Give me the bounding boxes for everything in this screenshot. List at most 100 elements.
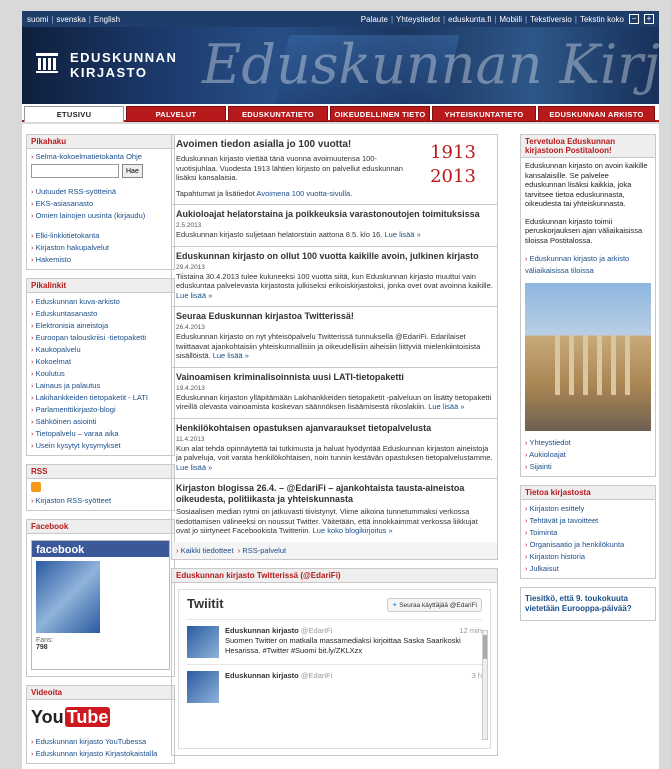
about-link[interactable]: Julkaisut <box>530 564 559 573</box>
read-more-link[interactable]: Lue lisää » <box>176 291 212 300</box>
about-link[interactable]: Kirjaston historia <box>530 552 585 561</box>
read-more-link[interactable]: Lue lisää » <box>176 463 212 472</box>
palaute-link[interactable]: Palaute <box>361 15 388 24</box>
postitalo-photo <box>525 283 651 431</box>
yhteystiedot-link[interactable]: Yhteystiedot <box>396 15 440 24</box>
aukioloajat-link[interactable]: Aukioloajat <box>529 450 566 459</box>
twitter-box: Eduskunnan kirjasto Twitterissä (@EdariF… <box>171 567 498 756</box>
about-link[interactable]: Tehtävät ja tavoitteet <box>529 516 598 525</box>
about-link[interactable]: Kirjaston esittely <box>530 504 585 513</box>
lang-english[interactable]: English <box>94 15 120 24</box>
hakupalvelut-link[interactable]: Kirjaston hakupalvelut <box>36 243 109 252</box>
tweet-time[interactable]: 12 min <box>459 626 482 636</box>
about-link[interactable]: Organisaatio ja henkilökunta <box>530 540 625 549</box>
lainojen-uusinta-link[interactable]: Omien lainojen uusinta (kirjaudu) <box>36 211 146 220</box>
facebook-heading: Facebook <box>27 520 174 534</box>
top-utility-bar: suomi | svenska | English Palaute | Yhteyst… <box>22 11 659 27</box>
tab-palvelut[interactable]: PALVELUT <box>126 106 226 122</box>
tab-eduskuntatieto[interactable]: EDUSKUNTATIETO <box>228 106 328 122</box>
rss-syotteet-link[interactable]: Kirjaston RSS-syötteet <box>36 496 111 505</box>
quick-link[interactable]: Eduskunnan kuva-arkisto <box>36 297 120 306</box>
tweets-scrollbar[interactable] <box>482 629 488 740</box>
quick-link[interactable]: Eduskuntasanasto <box>36 309 98 318</box>
avatar[interactable] <box>187 625 219 658</box>
all-news-link[interactable]: Kaikki tiedotteet <box>181 546 234 555</box>
news-title[interactable]: Kirjaston blogissa 26.4. – @EdariFi – aj… <box>176 483 493 505</box>
center-column: Avoimen tiedon asialla jo 100 vuotta! Ed… <box>171 134 498 756</box>
tab-eduskunnan-arkisto[interactable]: EDUSKUNNAN ARKISTO <box>538 106 655 122</box>
site-logo-text[interactable]: EDUSKUNNAN KIRJASTO <box>70 50 177 80</box>
tab-yhteiskuntatieto[interactable]: YHTEISKUNTATIETO <box>432 106 536 122</box>
tweet-author[interactable]: Eduskunnan kirjasto <box>225 671 299 680</box>
read-more-link[interactable]: Lue koko blogikirjoitus » <box>313 526 393 535</box>
fans-count: 798 <box>36 644 48 651</box>
sijainti-link[interactable]: Sijainti <box>530 462 552 471</box>
tab-oikeudellinen-tieto[interactable]: OIKEUDELLINEN TIETO <box>330 106 430 122</box>
facebook-page-image <box>36 561 100 633</box>
quick-link[interactable]: Koulutus <box>36 369 65 378</box>
search-input[interactable] <box>31 164 119 178</box>
parliament-logo-icon[interactable] <box>36 53 58 73</box>
quick-link[interactable]: Parlamenttikirjasto-blogi <box>36 405 116 414</box>
youtube-link[interactable]: Eduskunnan kirjasto YouTubessa <box>36 737 147 746</box>
tab-etusivu[interactable]: ETUSIVU <box>24 106 124 122</box>
quick-link[interactable]: Kaukopalvelu <box>36 345 81 354</box>
news-title[interactable]: Henkilökohtaisen opastuksen ajanvaraukse… <box>176 423 493 434</box>
read-more-link[interactable]: Lue lisää » <box>428 402 464 411</box>
videoita-heading: Videoita <box>27 686 174 700</box>
header-banner: Eduskunnan Kirjasto EDUSKUNNAN KIRJASTO <box>22 27 659 104</box>
temporary-premises-link[interactable]: Eduskunnan kirjasto ja arkisto väliaikai… <box>525 254 629 275</box>
lang-suomi[interactable]: suomi <box>27 15 48 24</box>
tiesitko-link[interactable]: Tiesitkö, että 9. toukokuuta vietetään E… <box>525 594 632 613</box>
text-size-decrease-button[interactable]: − <box>629 14 639 24</box>
news-item: Kirjaston blogissa 26.4. – @EdariFi – aj… <box>171 478 498 542</box>
eduskunta-link[interactable]: eduskunta.fi <box>448 15 491 24</box>
tweet-handle: @EdariFi <box>300 670 333 680</box>
feature-link[interactable]: Avoimena 100 vuotta-sivulla <box>256 189 350 198</box>
quick-link[interactable]: Lakihankkeiden tietopaketit - LATI <box>36 393 148 402</box>
selma-link[interactable]: Selma-kokoelmatietokanta <box>36 152 124 161</box>
quick-link[interactable]: Sähköinen asiointi <box>36 417 97 426</box>
kirjastokaista-link[interactable]: Eduskunnan kirjasto Kirjastokaistalla <box>36 749 158 758</box>
rss-services-link[interactable]: RSS-palvelut <box>242 546 286 555</box>
follow-button[interactable]: ✦ Seuraa käyttäjää @EdariFi <box>386 597 482 612</box>
quick-link[interactable]: Kokoelmat <box>36 357 71 366</box>
lang-svenska[interactable]: svenska <box>56 15 85 24</box>
twitter-heading: Eduskunnan kirjasto Twitterissä (@EdariF… <box>172 568 497 583</box>
quick-link[interactable]: Usein kysytyt kysymykset <box>36 441 121 450</box>
news-date: 11.4.2013 <box>176 435 205 443</box>
news-title[interactable]: Seuraa Eduskunnan kirjastoa Twitterissä! <box>176 311 493 322</box>
avatar[interactable] <box>187 670 219 703</box>
news-title[interactable]: Vainoamisen kriminalisoinnista uusi LATI… <box>176 372 493 383</box>
videoita-box: Videoita YouTube Eduskunnan kirjasto You… <box>26 685 175 764</box>
tietoa-heading: Tietoa kirjastosta <box>521 486 655 500</box>
quick-link[interactable]: Euroopan talouskriisi -tietopaketti <box>36 333 146 342</box>
news-item: Seuraa Eduskunnan kirjastoa Twitterissä!… <box>171 306 498 367</box>
news-footer-links: › Kaikki tiedotteet › RSS-palvelut <box>171 541 498 560</box>
news-title[interactable]: Eduskunnan kirjasto on ollut 100 vuotta … <box>176 251 493 262</box>
tweet-time[interactable]: 3 h <box>472 671 482 681</box>
tekstiversio-link[interactable]: Tekstiversio <box>530 15 572 24</box>
mobiili-link[interactable]: Mobiili <box>499 15 522 24</box>
text-size-increase-button[interactable]: + <box>644 14 654 24</box>
feature-title[interactable]: Avoimen tiedon asialla jo 100 vuotta! <box>176 139 407 150</box>
search-button[interactable]: Hae <box>122 164 143 178</box>
hakemisto-link[interactable]: Hakemisto <box>36 255 71 264</box>
read-more-link[interactable]: Lue lisää » <box>213 351 249 360</box>
welcome-text-1: Eduskunnan kirjasto on avoin kaikille ka… <box>525 161 648 208</box>
facebook-widget[interactable]: facebook Fans: 798 <box>31 540 170 670</box>
about-link[interactable]: Toiminta <box>529 528 557 537</box>
quick-link[interactable]: Elektronisia aineistoja <box>36 321 109 330</box>
quick-link[interactable]: Lainaus ja palautus <box>36 381 101 390</box>
read-more-link[interactable]: Lue lisää » <box>384 230 420 239</box>
rss-uutuudet-link[interactable]: Uutuudet RSS-syötteinä <box>36 187 116 196</box>
news-title[interactable]: Aukioloajat helatorstaina ja poikkeuksia… <box>176 209 493 220</box>
yhteystiedot-side-link[interactable]: Yhteystiedot <box>529 438 570 447</box>
tweet-author[interactable]: Eduskunnan kirjasto <box>225 626 299 635</box>
rss-icon[interactable] <box>31 482 41 492</box>
quick-link[interactable]: Tietopalvelu – varaa aika <box>35 429 118 438</box>
eks-link[interactable]: EKS-asiasanasto <box>36 199 94 208</box>
youtube-logo[interactable]: You Tube <box>31 707 170 728</box>
ohje-link[interactable]: Ohje <box>126 152 142 161</box>
elki-link[interactable]: Elki-linkkitietokanta <box>36 231 100 240</box>
